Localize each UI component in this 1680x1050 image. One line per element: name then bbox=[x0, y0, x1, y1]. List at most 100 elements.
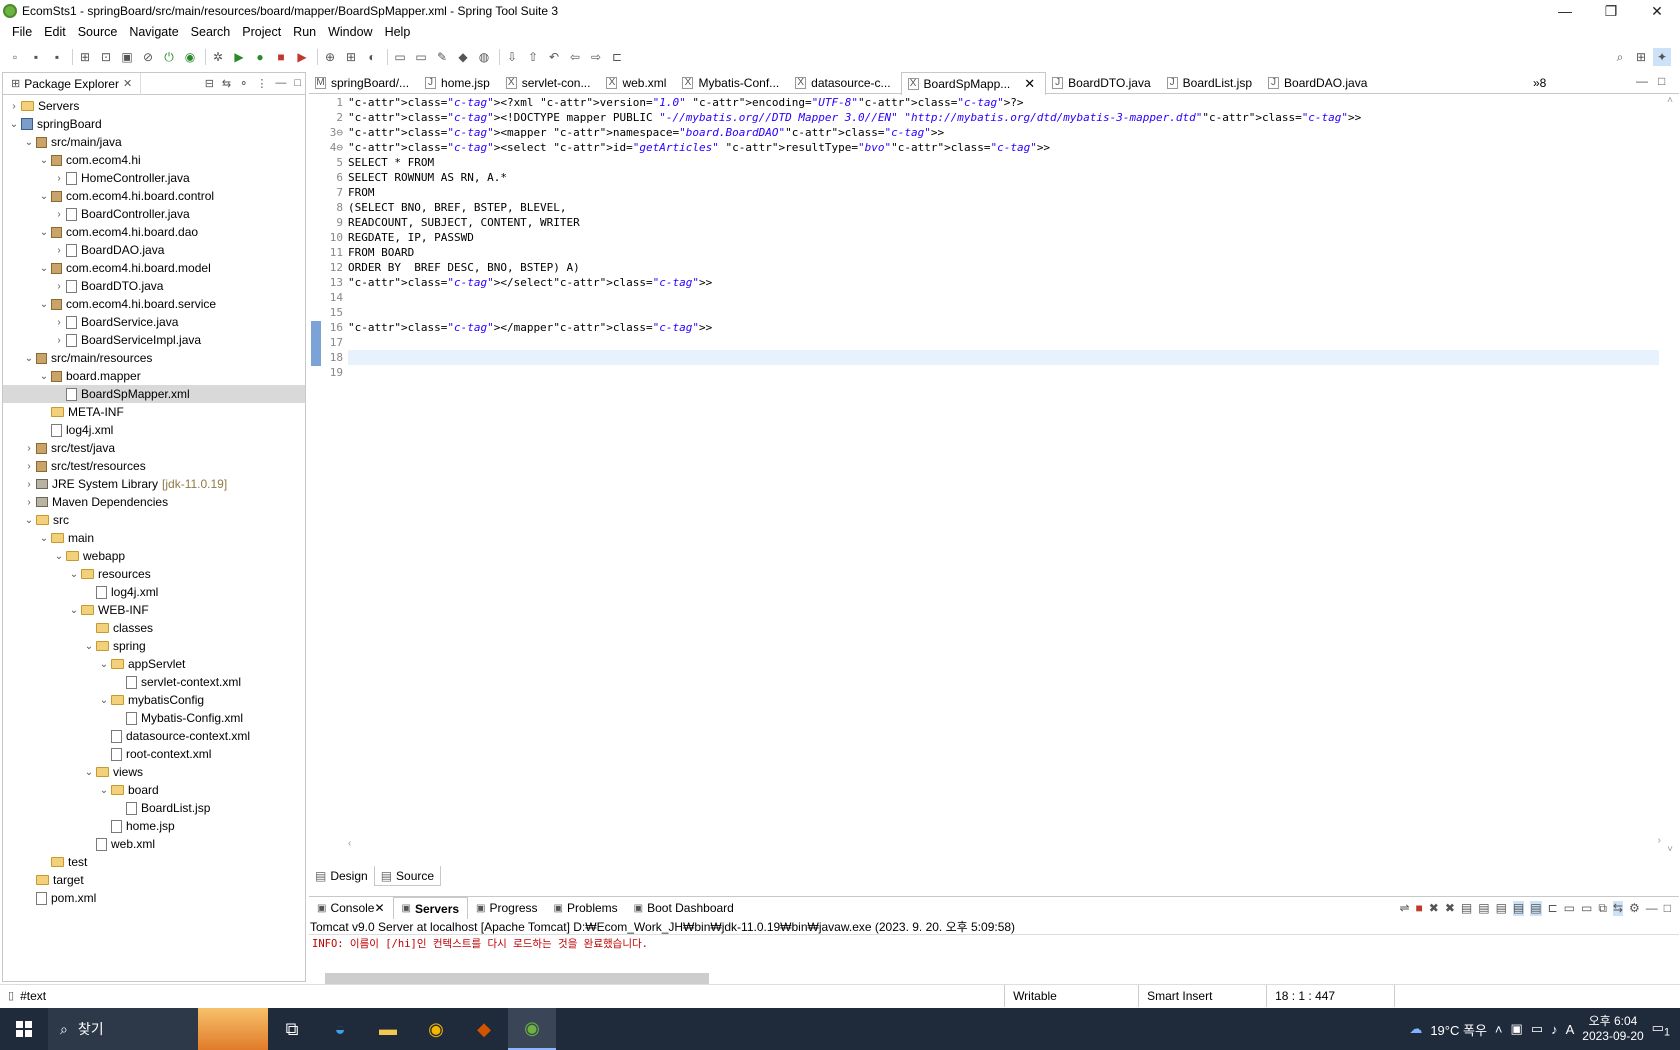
menu-item[interactable]: Project bbox=[236, 22, 287, 42]
open-type-icon[interactable]: ⊞ bbox=[76, 48, 94, 66]
tree-item[interactable]: ⌄ resources bbox=[3, 565, 305, 583]
link-icon[interactable]: ⇌ bbox=[1399, 901, 1409, 916]
tree-item[interactable]: ⌄ board bbox=[3, 781, 305, 799]
tree-item[interactable]: BoardSpMapper.xml bbox=[3, 385, 305, 403]
code-line[interactable] bbox=[348, 350, 1659, 365]
editor-tab[interactable]: J BoardDAO.java bbox=[1262, 72, 1377, 94]
scroll-lock-icon[interactable]: ▤ bbox=[1478, 901, 1489, 916]
close-tab-icon[interactable]: ✕ bbox=[1024, 76, 1035, 92]
scroll-left-icon[interactable]: ‹ bbox=[348, 838, 351, 849]
editor-tab[interactable]: Xdatasource-c... bbox=[789, 72, 900, 94]
annotations-icon[interactable]: ◆ bbox=[454, 48, 472, 66]
weather-text[interactable]: 19°C 폭우 bbox=[1430, 1020, 1487, 1039]
horizontal-scrollbar[interactable]: ‹ › bbox=[348, 835, 1661, 849]
tree-item[interactable]: ⌄ com.ecom4.hi.board.model bbox=[3, 259, 305, 277]
volume-icon[interactable]: ♪ bbox=[1551, 1022, 1558, 1037]
boot-dashboard-icon[interactable]: ◉ bbox=[181, 48, 199, 66]
copy-icon[interactable]: ⧉ bbox=[1598, 901, 1607, 916]
open-folder-icon[interactable]: ▭ bbox=[391, 48, 409, 66]
expand-toggle-icon[interactable]: › bbox=[22, 497, 36, 508]
menu-item[interactable]: Navigate bbox=[123, 22, 184, 42]
search-icon[interactable]: ⌕ bbox=[1611, 48, 1629, 66]
tree-item[interactable]: ⌄ appServlet bbox=[3, 655, 305, 673]
expand-toggle-icon[interactable]: ⌄ bbox=[97, 659, 111, 670]
remove-launch-icon[interactable]: ✖ bbox=[1429, 901, 1439, 916]
pin-editor-icon[interactable]: ⊏ bbox=[608, 48, 626, 66]
forward-icon[interactable]: ⇨ bbox=[587, 48, 605, 66]
link-editor-icon[interactable]: ⇆ bbox=[1612, 900, 1623, 916]
expand-toggle-icon[interactable]: ⌄ bbox=[22, 137, 36, 148]
scroll-down-icon[interactable]: ˅ bbox=[1661, 844, 1679, 855]
remove-all-icon[interactable]: ✖ bbox=[1445, 901, 1455, 916]
expand-toggle-icon[interactable]: ⌄ bbox=[37, 371, 51, 382]
expand-toggle-icon[interactable]: › bbox=[7, 101, 21, 112]
tree-item[interactable]: › BoardServiceImpl.java bbox=[3, 331, 305, 349]
code-line[interactable]: FROM bbox=[348, 185, 1659, 200]
tree-item[interactable]: ⌄ mybatisConfig bbox=[3, 691, 305, 709]
code-line[interactable]: "c-attr">class="c-tag"><?xml "c-attr">ve… bbox=[348, 95, 1659, 110]
minimize-button[interactable]: — bbox=[1542, 0, 1588, 22]
menu-item[interactable]: Source bbox=[72, 22, 124, 42]
code-line[interactable]: "c-attr">class="c-tag"><!DOCTYPE mapper … bbox=[348, 110, 1659, 125]
save-icon[interactable]: ▪ bbox=[27, 48, 45, 66]
view-menu-icon[interactable]: ⋮ bbox=[256, 77, 267, 90]
tree-item[interactable]: ⌄ views bbox=[3, 763, 305, 781]
pin-console-icon[interactable]: ⊏ bbox=[1548, 901, 1558, 916]
search-tool-icon[interactable]: ✎ bbox=[433, 48, 451, 66]
expand-toggle-icon[interactable]: ⌄ bbox=[22, 515, 36, 526]
expand-toggle-icon[interactable]: ⌄ bbox=[37, 533, 51, 544]
scroll-up-icon[interactable]: ˄ bbox=[1661, 95, 1679, 106]
tree-item[interactable]: ⌄ webapp bbox=[3, 547, 305, 565]
code-line[interactable]: REGDATE, IP, PASSWD bbox=[348, 230, 1659, 245]
display-console-icon[interactable]: ▭ bbox=[1564, 901, 1575, 916]
edge-browser-icon[interactable]: ◒ bbox=[316, 1008, 364, 1050]
editor-tab[interactable]: Xweb.xml bbox=[600, 72, 676, 94]
code-line[interactable]: "c-attr">class="c-tag"><mapper "c-attr">… bbox=[348, 125, 1659, 140]
collapse-all-icon[interactable]: ⊟ bbox=[205, 77, 214, 90]
tree-item[interactable]: ⌄ src bbox=[3, 511, 305, 529]
tree-item[interactable]: classes bbox=[3, 619, 305, 637]
code-line[interactable]: FROM BOARD bbox=[348, 245, 1659, 260]
expand-toggle-icon[interactable]: ⌄ bbox=[97, 695, 111, 706]
expand-toggle-icon[interactable]: ⌄ bbox=[37, 299, 51, 310]
tree-item[interactable]: ⌄ board.mapper bbox=[3, 367, 305, 385]
network-icon[interactable]: ▭ bbox=[1531, 1021, 1543, 1037]
tree-item[interactable]: META-INF bbox=[3, 403, 305, 421]
code-line[interactable]: "c-attr">class="c-tag"></mapper"c-attr">… bbox=[348, 320, 1659, 335]
expand-toggle-icon[interactable]: › bbox=[52, 245, 66, 256]
editor-tab[interactable]: X BoardSpMapp... ✕ bbox=[900, 71, 1047, 95]
terminal-icon[interactable]: ▣ bbox=[118, 48, 136, 66]
tree-item[interactable]: log4j.xml bbox=[3, 421, 305, 439]
expand-toggle-icon[interactable]: ⌄ bbox=[82, 767, 96, 778]
editor-tab[interactable]: J BoardList.jsp bbox=[1161, 72, 1262, 94]
tree-item[interactable]: ⌄ com.ecom4.hi bbox=[3, 151, 305, 169]
tree-item[interactable]: datasource-context.xml bbox=[3, 727, 305, 745]
tree-item[interactable]: › JRE System Library [jdk-11.0.19] bbox=[3, 475, 305, 493]
view-tab[interactable]: ▣ Boot Dashboard bbox=[626, 897, 742, 919]
view-tab[interactable]: ▣ Problems bbox=[546, 897, 626, 919]
view-tab[interactable]: ▣ Progress bbox=[468, 897, 545, 919]
tree-item[interactable]: BoardList.jsp bbox=[3, 799, 305, 817]
code-line[interactable]: "c-attr">class="c-tag"><select "c-attr">… bbox=[348, 140, 1659, 155]
maximize-view-icon[interactable]: □ bbox=[1664, 901, 1671, 916]
expand-toggle-icon[interactable]: ⌄ bbox=[7, 119, 21, 130]
tree-item[interactable]: root-context.xml bbox=[3, 745, 305, 763]
tree-item[interactable]: servlet-context.xml bbox=[3, 673, 305, 691]
external-tools-icon[interactable]: ▶ bbox=[293, 48, 311, 66]
stop-icon[interactable]: ■ bbox=[272, 48, 290, 66]
tree-item[interactable]: ⌄ main bbox=[3, 529, 305, 547]
expand-toggle-icon[interactable]: ⌄ bbox=[37, 227, 51, 238]
clear-console-icon[interactable]: ▤ bbox=[1461, 901, 1472, 916]
tree-item[interactable]: ⌄ com.ecom4.hi.board.control bbox=[3, 187, 305, 205]
code-line[interactable]: (SELECT BNO, BREF, BSTEP, BLEVEL, bbox=[348, 200, 1659, 215]
terminate-icon[interactable]: ■ bbox=[1416, 901, 1423, 916]
chevron-up-icon[interactable]: ˄ bbox=[1495, 1022, 1503, 1037]
code-line[interactable]: SELECT ROWNUM AS RN, A.* bbox=[348, 170, 1659, 185]
new-package-icon[interactable]: ⊞ bbox=[342, 48, 360, 66]
close-icon[interactable]: ✕ bbox=[374, 901, 384, 915]
editor-tab[interactable]: X Mybatis-Conf... bbox=[676, 72, 789, 94]
tree-item[interactable]: web.xml bbox=[3, 835, 305, 853]
minimize-editor-icon[interactable]: — bbox=[1636, 74, 1648, 88]
new-java-project-icon[interactable]: ⊕ bbox=[321, 48, 339, 66]
code-line[interactable] bbox=[348, 290, 1659, 305]
